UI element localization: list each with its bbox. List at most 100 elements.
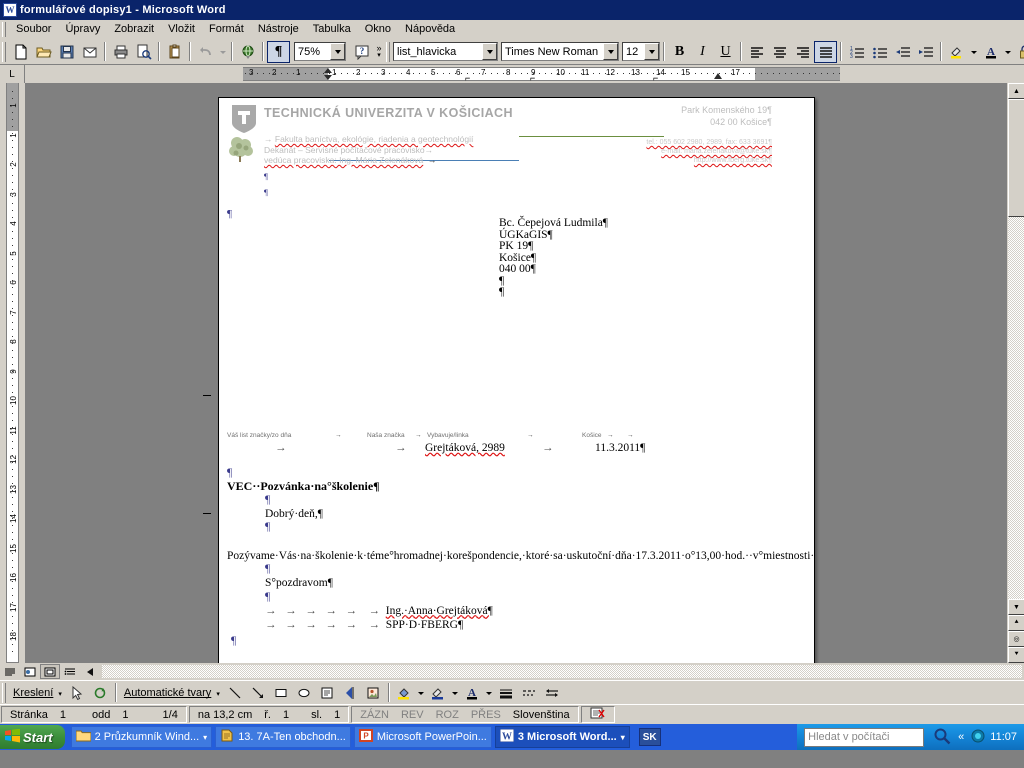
chevron-down-icon[interactable]: ▾ — [203, 733, 207, 742]
menu-item-zobrazit[interactable]: Zobrazit — [107, 21, 161, 37]
insert-picture-icon[interactable] — [362, 682, 385, 704]
drawbar-grip[interactable] — [2, 682, 6, 703]
right-indent-marker[interactable] — [714, 73, 722, 79]
decrease-indent-icon[interactable] — [891, 41, 914, 63]
spellcheck-icon[interactable] — [584, 707, 612, 723]
tray-expand-chevron-icon[interactable]: « — [956, 731, 966, 743]
oval-icon[interactable] — [293, 682, 316, 704]
language-indicator[interactable]: SK — [638, 728, 661, 746]
document-page[interactable]: TECHNICKÁ UNIVERZITA V KOŠICIACH Park Ko… — [218, 97, 815, 663]
taskbar-item-explorer[interactable]: 2 Průzkumník Wind... ▾ — [70, 726, 213, 748]
status-language[interactable]: Slovenština — [507, 709, 576, 721]
tab-stop-marker[interactable]: ⌐ — [465, 73, 470, 83]
start-button[interactable]: Start — [0, 725, 65, 749]
taskbar-item-document[interactable]: 13. 7A-Ten obchodn... — [215, 726, 351, 748]
status-extend-mode[interactable]: ROZ — [430, 709, 465, 721]
align-center-icon[interactable] — [768, 41, 791, 63]
normal-view-button[interactable] — [0, 664, 20, 679]
highlight-icon[interactable] — [945, 41, 968, 63]
new-document-icon[interactable] — [9, 41, 32, 63]
horizontal-ruler[interactable]: 32112345678910111213141517 ⌐ ⌐ ⌐ — [25, 65, 1024, 83]
align-right-icon[interactable] — [791, 41, 814, 63]
clock[interactable]: 11:07 — [990, 731, 1017, 743]
print-preview-icon[interactable] — [132, 41, 155, 63]
hanging-indent-marker[interactable] — [324, 75, 332, 80]
underline-button[interactable]: U — [714, 41, 737, 63]
reading-view-button[interactable] — [80, 664, 100, 679]
show-formatting-icon[interactable]: ¶ — [267, 40, 290, 63]
menubar-grip[interactable] — [2, 21, 6, 37]
status-revision-mode[interactable]: REV — [395, 709, 430, 721]
menu-item-napoveda[interactable]: Nápověda — [398, 21, 462, 37]
menu-item-upravy[interactable]: Úpravy — [58, 21, 107, 37]
search-box[interactable]: Hledat v počítači — [804, 727, 925, 747]
tab-selector-button[interactable]: L — [0, 65, 25, 83]
dash-style-icon[interactable] — [518, 682, 541, 704]
web-layout-view-button[interactable] — [20, 664, 40, 679]
status-overtype-mode[interactable]: PŘES — [465, 709, 507, 721]
chevron-down-icon[interactable] — [644, 43, 659, 60]
fill-color-icon[interactable] — [393, 682, 416, 704]
magnifier-icon[interactable] — [933, 727, 951, 748]
autoshapes-menu-button[interactable]: Automatické tvary ▾ — [120, 687, 224, 699]
shield-icon[interactable] — [971, 729, 985, 746]
taskbar-item-word[interactable]: W 3 Microsoft Word... ▾ — [494, 726, 630, 748]
help-icon[interactable]: ? — [350, 41, 373, 63]
scroll-down-button[interactable]: ▼ — [1008, 599, 1024, 615]
toolbar-grip[interactable] — [2, 41, 6, 62]
text-box-icon[interactable] — [316, 682, 339, 704]
chevron-down-icon[interactable] — [603, 43, 618, 60]
toolbar-overflow-button[interactable]: » ▾ — [373, 41, 385, 63]
taskbar-item-powerpoint[interactable]: P Microsoft PowerPoin... — [353, 726, 492, 748]
font-color-dropdown-icon[interactable] — [1002, 41, 1013, 63]
email-icon[interactable] — [78, 41, 101, 63]
paste-icon[interactable] — [163, 41, 186, 63]
letter-body[interactable]: ¶ VEC··Pozvánka·na°školenie¶ ¶ Dobrý·deň… — [227, 467, 814, 648]
free-rotate-icon[interactable] — [89, 682, 112, 704]
fill-color-dropdown-icon[interactable] — [416, 682, 427, 704]
menu-item-okno[interactable]: Okno — [358, 21, 398, 37]
undo-dropdown-icon[interactable] — [217, 41, 228, 63]
align-left-icon[interactable] — [745, 41, 768, 63]
font-size-combo[interactable]: 12 — [622, 42, 660, 61]
menu-item-soubor[interactable]: Soubor — [9, 21, 58, 37]
status-record-mode[interactable]: ZÁZN — [354, 709, 395, 721]
font-color-icon[interactable]: A — [979, 41, 1002, 63]
formatting-toolbar-grip[interactable] — [386, 41, 390, 62]
menu-item-nastroje[interactable]: Nástroje — [251, 21, 306, 37]
chevron-down-icon[interactable] — [482, 43, 497, 60]
outline-view-button[interactable] — [60, 664, 80, 679]
increase-indent-icon[interactable] — [914, 41, 937, 63]
bulleted-list-icon[interactable] — [868, 41, 891, 63]
menu-item-tabulka[interactable]: Tabulka — [306, 21, 358, 37]
highlight-dropdown-icon[interactable] — [968, 41, 979, 63]
lock-icon[interactable] — [1013, 41, 1024, 63]
insert-hyperlink-icon[interactable] — [236, 41, 259, 63]
horizontal-scroll-track[interactable] — [101, 664, 1023, 679]
select-browse-object-button[interactable]: ◎ — [1008, 631, 1024, 647]
previous-page-button[interactable]: ⯅ — [1008, 615, 1024, 631]
line-icon[interactable] — [224, 682, 247, 704]
undo-icon[interactable] — [194, 41, 217, 63]
document-canvas[interactable]: TECHNICKÁ UNIVERZITA V KOŠICIACH Park Ko… — [25, 83, 1007, 663]
italic-button[interactable]: I — [691, 41, 714, 63]
chevron-down-icon[interactable] — [330, 43, 345, 60]
style-combo[interactable]: list_hlavicka — [393, 42, 498, 61]
next-page-button[interactable]: ⯆ — [1008, 647, 1024, 663]
draw-menu-button[interactable]: Kreslení ▾ — [9, 687, 66, 699]
numbered-list-icon[interactable]: 123 — [845, 41, 868, 63]
zoom-combo[interactable]: 75% — [294, 42, 346, 61]
first-line-indent-marker[interactable] — [324, 68, 332, 73]
wordart-icon[interactable] — [339, 682, 362, 704]
menu-item-format[interactable]: Formát — [202, 21, 251, 37]
vertical-ruler[interactable]: 1 1 2 3 4 5 6 7 8 9 10 11 12 13 14 15 16 17 18 — [0, 83, 25, 663]
tab-stop-marker[interactable]: ⌐ — [530, 73, 535, 83]
line-color-icon[interactable] — [427, 682, 450, 704]
open-icon[interactable] — [32, 41, 55, 63]
vertical-scrollbar[interactable]: ▲ ▼ ⯅ ◎ ⯆ — [1007, 83, 1024, 663]
arrow-style-icon[interactable] — [541, 682, 564, 704]
menu-item-vlozit[interactable]: Vložit — [161, 21, 202, 37]
line-color-dropdown-icon[interactable] — [450, 682, 461, 704]
justify-icon[interactable] — [814, 40, 837, 63]
font-color-icon[interactable]: A — [461, 682, 484, 704]
